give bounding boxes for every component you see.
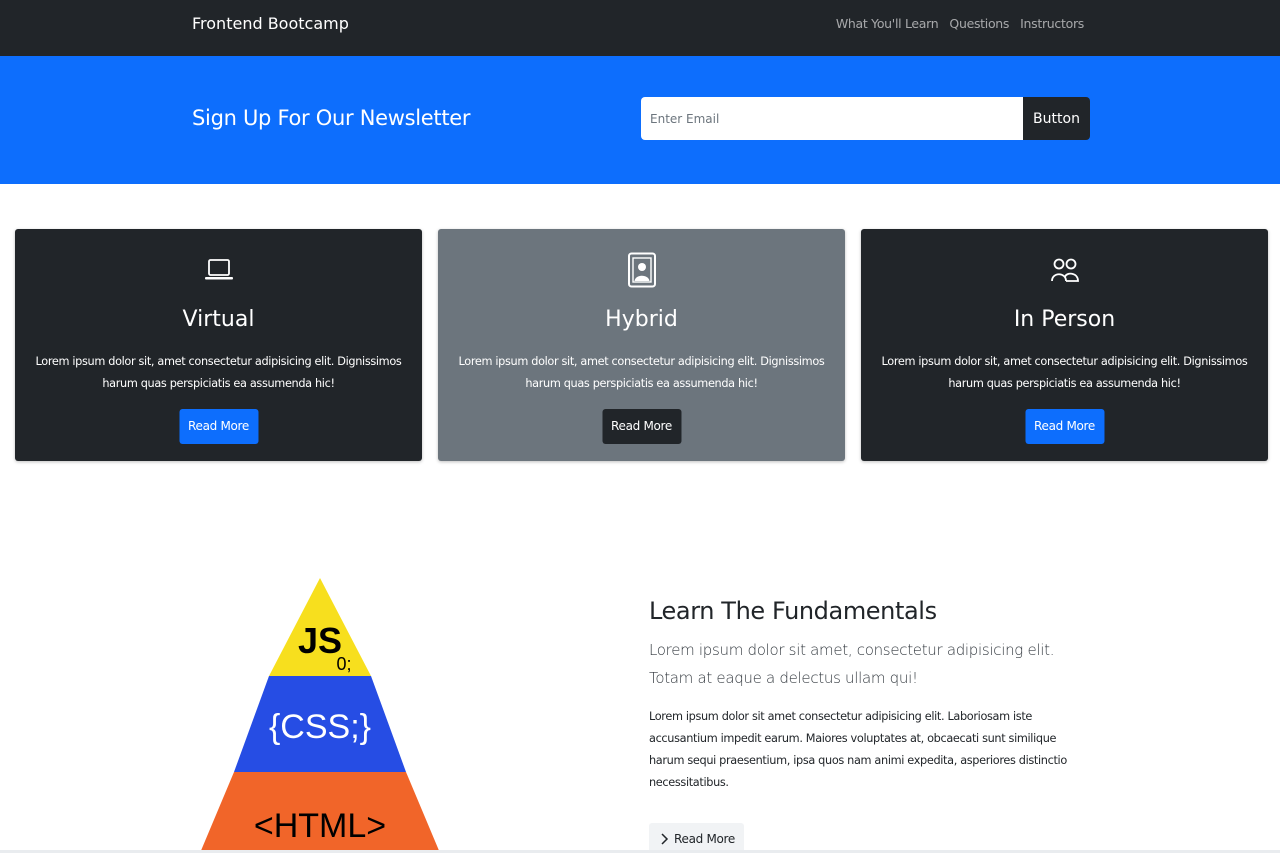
card-text: Lorem ipsum dolor sit, amet consectetur … xyxy=(458,355,825,390)
learn-body: Lorem ipsum dolor sit amet consectetur a… xyxy=(649,710,1067,789)
navbar: Frontend Bootcamp What You'll Learn Ques… xyxy=(0,0,1280,56)
pyramid-js-semicolon: 0; xyxy=(336,654,351,674)
card-hybrid: Hybrid Lorem ipsum dolor sit, amet conse… xyxy=(438,229,845,461)
read-more-button[interactable]: Read More xyxy=(178,409,259,444)
nav-links: What You'll Learn Questions Instructors xyxy=(836,15,1084,33)
pyramid-html-label: <HTML> xyxy=(254,807,386,845)
learn-lead: Lorem ipsum dolor sit amet, consectetur … xyxy=(649,641,1055,687)
read-more-button[interactable]: Read More xyxy=(1024,409,1105,444)
newsletter-title: Sign Up For Our Newsletter xyxy=(192,106,471,130)
laptop-icon xyxy=(201,251,237,289)
nav-link-what-youll-learn[interactable]: What You'll Learn xyxy=(836,15,939,33)
card-title: In Person xyxy=(1013,307,1116,332)
card-virtual: Virtual Lorem ipsum dolor sit, amet cons… xyxy=(15,229,422,461)
pyramid-js-label: JS xyxy=(298,620,342,661)
card-title: Hybrid xyxy=(605,307,678,332)
nav-link-instructors[interactable]: Instructors xyxy=(1020,15,1084,33)
read-more-label: Read More xyxy=(674,832,736,846)
newsletter-section: Sign Up For Our Newsletter Button xyxy=(0,56,1280,184)
person-badge-icon xyxy=(624,251,660,289)
chevron-right-icon xyxy=(661,833,669,845)
card-text: Lorem ipsum dolor sit, amet consectetur … xyxy=(35,355,402,390)
pyramid-css-label: {CSS;} xyxy=(269,708,371,746)
newsletter-submit-button[interactable]: Button xyxy=(1023,97,1090,140)
nav-link-questions[interactable]: Questions xyxy=(949,15,1009,33)
card-title: Virtual xyxy=(182,307,255,332)
email-input[interactable] xyxy=(641,97,1023,140)
fundamentals-pyramid-image: JS 0; {CSS;} <HTML> xyxy=(200,578,440,853)
read-more-button[interactable]: Read More xyxy=(601,409,682,444)
brand-link[interactable]: Frontend Bootcamp xyxy=(192,13,349,35)
learn-title: Learn The Fundamentals xyxy=(649,597,937,625)
learn-read-more-button[interactable]: Read More xyxy=(649,823,745,853)
card-text: Lorem ipsum dolor sit, amet consectetur … xyxy=(881,355,1248,390)
people-icon xyxy=(1047,251,1083,289)
card-in-person: In Person Lorem ipsum dolor sit, amet co… xyxy=(861,229,1268,461)
